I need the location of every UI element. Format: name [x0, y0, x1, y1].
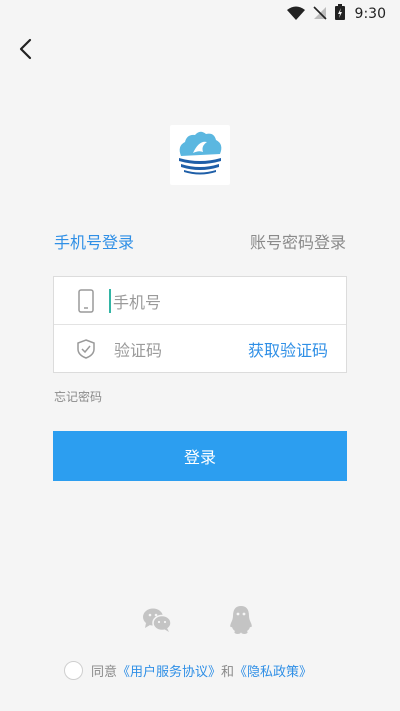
agreement-prefix: 同意 — [91, 664, 118, 680]
get-code-button[interactable]: 获取验证码 — [248, 337, 328, 361]
status-time: 9:30 — [354, 6, 386, 22]
tab-account-login[interactable]: 账号密码登录 — [250, 232, 346, 254]
app-logo — [170, 125, 230, 185]
app-logo-icon — [173, 126, 227, 184]
user-agreement-link[interactable]: 《用户服务协议》 — [117, 661, 221, 680]
wifi-icon — [286, 5, 305, 24]
text-cursor — [109, 288, 111, 313]
qq-login-button[interactable] — [225, 606, 257, 638]
code-input[interactable]: 验证码 — [114, 337, 162, 361]
tab-phone-login[interactable]: 手机号登录 — [54, 232, 134, 254]
chevron-left-icon — [18, 38, 32, 64]
shield-check-icon — [72, 339, 100, 359]
login-button[interactable]: 登录 — [53, 431, 347, 481]
login-form: 手机号 验证码 获取验证码 — [53, 276, 347, 373]
qq-icon — [228, 605, 254, 639]
forgot-password-link[interactable]: 忘记密码 — [54, 388, 102, 405]
battery-charging-icon — [334, 4, 345, 24]
agreement-checkbox[interactable] — [64, 660, 83, 680]
back-button[interactable] — [10, 36, 40, 66]
wechat-login-button[interactable] — [141, 606, 173, 638]
phone-input[interactable]: 手机号 — [113, 289, 161, 313]
wechat-icon — [142, 607, 172, 637]
agreement-and: 和 — [221, 664, 235, 680]
phone-icon — [72, 288, 100, 313]
no-signal-icon — [312, 5, 327, 24]
code-field[interactable]: 验证码 获取验证码 — [54, 325, 346, 373]
privacy-policy-link[interactable]: 《隐私政策》 — [234, 661, 312, 680]
phone-field[interactable]: 手机号 — [54, 277, 346, 325]
status-bar: 9:30 — [0, 0, 400, 28]
agreement-row: 同意 《用户服务协议》 和 《隐私政策》 — [64, 660, 312, 680]
